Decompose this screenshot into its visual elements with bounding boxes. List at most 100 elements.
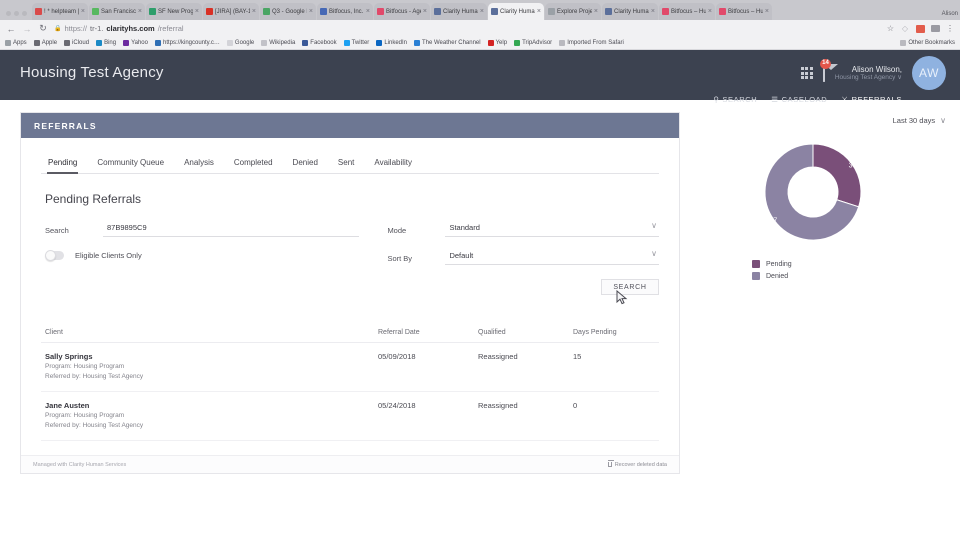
close-icon[interactable]: × <box>81 8 85 15</box>
browser-tab[interactable]: Bitfocus – Hum…× <box>716 3 772 20</box>
browser-tab[interactable]: [JIRA] (BAY-1…× <box>203 3 259 20</box>
legend-swatch <box>752 260 760 268</box>
bookmark-item[interactable]: Wikipedia <box>261 40 295 46</box>
tab-sent[interactable]: Sent <box>337 154 355 173</box>
close-icon[interactable]: × <box>651 8 655 15</box>
form-left-column: Search 87B9895C9 Eligible Clients Only <box>45 223 360 295</box>
maximize-window-button[interactable] <box>22 11 27 16</box>
bookmark-favicon-icon <box>487 40 494 46</box>
other-bookmarks-button[interactable]: Other Bookmarks <box>900 40 955 46</box>
bookmark-item[interactable]: Apple <box>33 40 57 46</box>
tab-pending[interactable]: Pending <box>47 154 79 174</box>
browser-tab[interactable]: Bitfocus – Hum…× <box>659 3 715 20</box>
bookmark-item[interactable]: Apps <box>5 40 27 46</box>
minimize-window-button[interactable] <box>14 11 19 16</box>
tab-community-queue[interactable]: Community Queue <box>96 154 165 173</box>
client-name[interactable]: Jane Austen <box>45 401 374 410</box>
col-referral-date[interactable]: Referral Date <box>374 329 474 343</box>
forward-icon[interactable]: → <box>22 24 32 34</box>
col-days-pending[interactable]: Days Pending <box>569 329 659 343</box>
header-nav-search[interactable]: ⚲ SEARCH <box>713 95 757 104</box>
bookmark-item[interactable]: The Weather Channel <box>414 40 481 46</box>
tab-availability[interactable]: Availability <box>373 154 413 173</box>
eligible-clients-label: Eligible Clients Only <box>75 251 142 260</box>
window-controls[interactable] <box>2 11 32 20</box>
extension-icon-3[interactable] <box>931 25 940 32</box>
user-menu[interactable]: Alison Wilson, Housing Test Agency ∨ <box>835 65 902 82</box>
close-icon[interactable]: × <box>423 8 427 15</box>
header-right: 14 Alison Wilson, Housing Test Agency ∨ … <box>713 56 946 104</box>
bookmark-item[interactable]: Facebook <box>302 40 337 46</box>
header-nav-label: CASELOAD <box>781 95 828 104</box>
bookmark-item[interactable]: Yahoo <box>123 40 148 46</box>
legend-item[interactable]: Denied <box>752 272 946 280</box>
bookmark-item[interactable]: Bing <box>96 40 116 46</box>
avatar[interactable]: AW <box>912 56 946 90</box>
header-nav-referrals[interactable]: ⚔ REFERRALS <box>841 95 902 104</box>
card-header: REFERRALS <box>21 113 679 138</box>
close-icon[interactable]: × <box>309 8 313 15</box>
bookmark-star-icon[interactable]: ☆ <box>887 24 894 33</box>
extension-icon-2[interactable] <box>916 24 925 33</box>
bookmark-item[interactable]: Google <box>226 40 254 46</box>
messages-button[interactable]: 14 <box>820 59 831 82</box>
browser-tab[interactable]: Bitfocus, Inc. - × <box>317 3 373 20</box>
browser-menu-icon[interactable]: ⋮ <box>946 24 954 33</box>
close-icon[interactable]: × <box>537 8 541 15</box>
bookmark-item[interactable]: iCloud <box>64 40 89 46</box>
close-icon[interactable]: × <box>366 8 370 15</box>
apps-grid-icon[interactable] <box>800 67 813 79</box>
bookmark-item[interactable]: Twitter <box>343 40 369 46</box>
recover-deleted-data-link[interactable]: Recover deleted data <box>607 460 667 468</box>
legend-item[interactable]: Pending <box>752 260 946 268</box>
close-icon[interactable]: × <box>708 8 712 15</box>
browser-tab[interactable]: Clarity Human × <box>488 3 544 20</box>
bookmark-item[interactable]: TripAdvisor <box>514 40 552 46</box>
eligible-clients-toggle[interactable] <box>45 250 64 261</box>
sort-by-select[interactable]: Default ∨ <box>445 249 659 265</box>
browser-tab[interactable]: Q3 - Google D…× <box>260 3 316 20</box>
bookmark-item[interactable]: LinkedIn <box>376 40 407 46</box>
browser-tab[interactable]: Clarity Human × <box>431 3 487 20</box>
address-bar[interactable]: 🔒 https://tr-1. clarityhs.com/referral <box>54 24 881 33</box>
client-name[interactable]: Sally Springs <box>45 352 374 361</box>
tab-completed[interactable]: Completed <box>233 154 274 173</box>
close-icon[interactable]: × <box>480 8 484 15</box>
bookmark-item[interactable]: https://kingcounty.c… <box>154 40 220 46</box>
date-range-select[interactable]: Last 30 days ∨ <box>680 116 946 125</box>
close-icon[interactable]: × <box>195 8 199 15</box>
search-button[interactable]: SEARCH <box>601 279 659 305</box>
table-row[interactable]: Sally Springs Program: Housing Program Ref… <box>41 342 659 392</box>
donut-slice-pending[interactable] <box>812 143 862 208</box>
extension-icon[interactable]: ◇ <box>900 24 910 33</box>
tab-favicon-icon <box>206 8 213 15</box>
table-row[interactable]: Jane Austen Program: Housing Program Refer… <box>41 391 659 441</box>
other-bookmarks-label: Other Bookmarks <box>908 40 955 46</box>
reload-icon[interactable]: ↻ <box>38 23 48 34</box>
browser-tab[interactable]: ! * helpteam | × <box>32 3 88 20</box>
tab-denied[interactable]: Denied <box>292 154 319 173</box>
search-input[interactable]: 87B9895C9 <box>103 223 360 237</box>
browser-tab[interactable]: Clarity Human × <box>602 3 658 20</box>
close-icon[interactable]: × <box>138 8 142 15</box>
close-icon[interactable]: × <box>765 8 769 15</box>
browser-tab[interactable]: Explore Projec…× <box>545 3 601 20</box>
col-qualified[interactable]: Qualified <box>474 329 569 343</box>
close-icon[interactable]: × <box>594 8 598 15</box>
tab-analysis[interactable]: Analysis <box>183 154 215 173</box>
close-icon[interactable]: × <box>252 8 256 15</box>
donut-value-label: 3 <box>849 163 853 170</box>
col-client[interactable]: Client <box>41 329 374 343</box>
close-window-button[interactable] <box>6 11 11 16</box>
header-nav-caseload[interactable]: ☰ CASELOAD <box>771 95 827 104</box>
referrals-icon: ⚔ <box>841 95 849 104</box>
back-icon[interactable]: ← <box>6 24 16 34</box>
mode-select[interactable]: Standard ∨ <box>445 221 659 237</box>
browser-tab[interactable]: Bitfocus - Agen× <box>374 3 430 20</box>
browser-profile-name[interactable]: Alison <box>942 11 958 17</box>
browser-tab[interactable]: San Francisco × <box>89 3 145 20</box>
browser-tab[interactable]: SF New Progr…× <box>146 3 202 20</box>
bookmark-item[interactable]: Yelp <box>487 40 507 46</box>
bookmark-favicon-icon <box>123 40 130 46</box>
bookmark-item[interactable]: Imported From Safari <box>559 40 624 46</box>
